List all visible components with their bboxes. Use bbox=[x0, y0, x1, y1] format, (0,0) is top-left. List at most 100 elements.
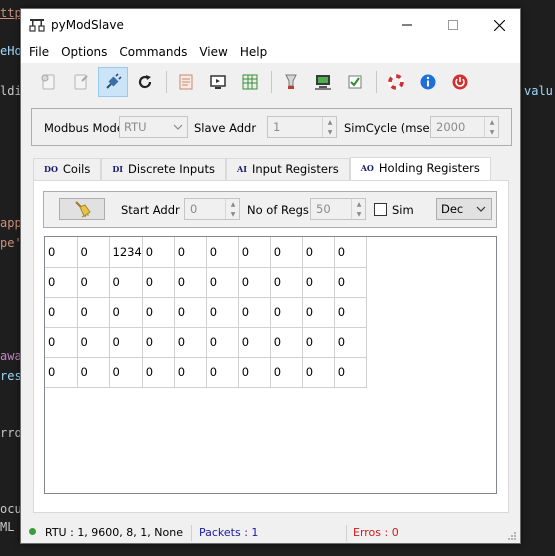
register-cell[interactable]: 0 bbox=[45, 267, 78, 298]
register-cell[interactable]: 0 bbox=[238, 357, 271, 388]
disconnect-button[interactable] bbox=[66, 67, 96, 97]
start-addr-value: 0 bbox=[190, 202, 198, 216]
register-cell[interactable]: 0 bbox=[142, 297, 175, 328]
tab-input-registers[interactable]: AI Input Registers bbox=[225, 158, 350, 180]
bus-monitor-button[interactable] bbox=[308, 67, 338, 97]
check-button[interactable] bbox=[340, 67, 370, 97]
resize-grip-icon[interactable] bbox=[507, 531, 517, 541]
register-cell[interactable]: 0 bbox=[206, 327, 239, 358]
register-cell[interactable]: 0 bbox=[109, 357, 143, 388]
register-cell[interactable]: 0 bbox=[206, 267, 239, 298]
spin-down-icon[interactable]: ▼ bbox=[323, 127, 337, 137]
spin-down-icon[interactable]: ▼ bbox=[352, 209, 366, 219]
start-addr-spinbox[interactable]: 0 ▲ ▼ bbox=[184, 198, 240, 220]
table-button[interactable] bbox=[235, 67, 265, 97]
log-button[interactable] bbox=[171, 67, 201, 97]
reset-button[interactable] bbox=[130, 67, 160, 97]
menu-file[interactable]: File bbox=[23, 45, 55, 59]
bg-code-fragment: ML bbox=[0, 520, 15, 534]
slave-addr-spinbox[interactable]: 1 ▲ ▼ bbox=[267, 116, 337, 138]
register-cell[interactable]: 0 bbox=[142, 267, 175, 298]
register-cell[interactable]: 0 bbox=[270, 297, 303, 328]
info-button[interactable] bbox=[413, 67, 443, 97]
register-cell[interactable]: 0 bbox=[45, 237, 78, 268]
register-cell[interactable]: 0 bbox=[206, 237, 239, 268]
register-cell[interactable]: 0 bbox=[174, 237, 207, 268]
tab-label: Coils bbox=[62, 162, 91, 176]
spin-down-icon[interactable]: ▼ bbox=[226, 209, 240, 219]
no-of-regs-spinbox[interactable]: 50 ▲ ▼ bbox=[310, 198, 366, 220]
register-cell[interactable]: 0 bbox=[77, 297, 110, 328]
registers-table[interactable]: 0 0 1234 0 0 0 0 0 0 0 0 0 0 0 0 0 0 0 0 0 0 0 0 0 0 0 0 0 0 0 0 0 0 0 0 0 0… bbox=[44, 236, 497, 494]
register-cell[interactable]: 0 bbox=[334, 357, 367, 388]
help-button[interactable] bbox=[381, 67, 411, 97]
register-cell[interactable]: 0 bbox=[302, 267, 335, 298]
register-cell[interactable]: 0 bbox=[334, 297, 367, 328]
register-cell[interactable]: 0 bbox=[142, 327, 175, 358]
register-cell[interactable]: 1234 bbox=[109, 237, 143, 268]
register-cell[interactable]: 0 bbox=[238, 237, 271, 268]
register-cell[interactable]: 0 bbox=[270, 357, 303, 388]
monitor-button[interactable] bbox=[203, 67, 233, 97]
tab-holding-registers[interactable]: AO Holding Registers bbox=[349, 157, 491, 180]
register-cell[interactable]: 0 bbox=[334, 327, 367, 358]
plug-button[interactable] bbox=[98, 67, 128, 97]
register-cell[interactable]: 0 bbox=[206, 297, 239, 328]
menu-view[interactable]: View bbox=[193, 45, 233, 59]
spin-up-icon[interactable]: ▲ bbox=[352, 199, 366, 209]
register-cell[interactable]: 0 bbox=[109, 327, 143, 358]
register-cell[interactable]: 0 bbox=[270, 327, 303, 358]
register-cell[interactable]: 0 bbox=[174, 267, 207, 298]
close-button[interactable] bbox=[476, 9, 522, 41]
spin-up-icon[interactable]: ▲ bbox=[226, 199, 240, 209]
minimize-button[interactable] bbox=[384, 9, 430, 41]
register-cell[interactable]: 0 bbox=[77, 327, 110, 358]
register-cell[interactable]: 0 bbox=[174, 357, 207, 388]
register-cell[interactable]: 0 bbox=[302, 297, 335, 328]
sim-checkbox[interactable] bbox=[374, 203, 387, 216]
register-cell[interactable]: 0 bbox=[302, 327, 335, 358]
sim-cycle-spinbox[interactable]: 2000 ▲ ▼ bbox=[430, 116, 499, 138]
spin-up-icon[interactable]: ▲ bbox=[323, 117, 337, 127]
register-cell[interactable]: 0 bbox=[302, 237, 335, 268]
register-cell[interactable]: 0 bbox=[45, 357, 78, 388]
register-cell[interactable]: 0 bbox=[45, 327, 78, 358]
register-cell[interactable]: 0 bbox=[45, 297, 78, 328]
register-cell[interactable]: 0 bbox=[334, 267, 367, 298]
tab-discrete-inputs[interactable]: DI Discrete Inputs bbox=[101, 158, 226, 180]
register-cell[interactable]: 0 bbox=[142, 237, 175, 268]
register-cell[interactable]: 0 bbox=[238, 267, 271, 298]
modbus-mode-select[interactable]: RTU bbox=[119, 116, 188, 138]
spin-up-icon[interactable]: ▲ bbox=[485, 117, 499, 127]
register-cell[interactable]: 0 bbox=[174, 327, 207, 358]
register-cell[interactable]: 0 bbox=[109, 297, 143, 328]
tab-coils[interactable]: DO Coils bbox=[33, 158, 102, 180]
menu-options[interactable]: Options bbox=[55, 45, 113, 59]
register-cell[interactable]: 0 bbox=[238, 327, 271, 358]
register-cell[interactable]: 0 bbox=[270, 267, 303, 298]
table-row: 0 0 1234 0 0 0 0 0 0 0 bbox=[45, 237, 367, 268]
exit-button[interactable] bbox=[445, 67, 475, 97]
register-cell[interactable]: 0 bbox=[77, 237, 110, 268]
register-cell[interactable]: 0 bbox=[206, 357, 239, 388]
register-cell[interactable]: 0 bbox=[77, 267, 110, 298]
register-cell[interactable]: 0 bbox=[109, 267, 143, 298]
register-cell[interactable]: 0 bbox=[77, 357, 110, 388]
register-cell[interactable]: 0 bbox=[142, 357, 175, 388]
format-select[interactable]: Dec bbox=[436, 198, 492, 220]
register-cell[interactable]: 0 bbox=[302, 357, 335, 388]
clear-registers-button[interactable] bbox=[59, 198, 105, 220]
register-cell[interactable]: 0 bbox=[270, 237, 303, 268]
register-cell[interactable]: 0 bbox=[334, 237, 367, 268]
spin-down-icon[interactable]: ▼ bbox=[485, 127, 499, 137]
menu-help[interactable]: Help bbox=[234, 45, 273, 59]
register-cell[interactable]: 0 bbox=[174, 297, 207, 328]
maximize-button[interactable] bbox=[430, 9, 476, 41]
modbus-mode-label: Modbus Mode bbox=[44, 121, 124, 135]
register-cell[interactable]: 0 bbox=[238, 297, 271, 328]
title-bar[interactable]: pyModSlave bbox=[21, 9, 520, 41]
connect-button[interactable] bbox=[34, 67, 64, 97]
no-of-regs-label: No of Regs bbox=[247, 203, 309, 217]
settings-button[interactable] bbox=[276, 67, 306, 97]
menu-commands[interactable]: Commands bbox=[113, 45, 193, 59]
